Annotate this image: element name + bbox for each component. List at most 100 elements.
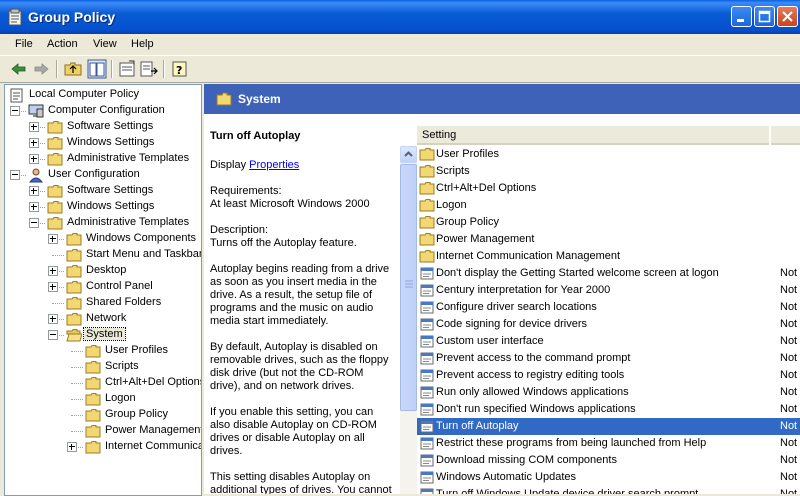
setting-row[interactable]: Configure driver search locations Not	[417, 299, 800, 316]
expand-icon[interactable]	[29, 154, 39, 164]
expand-icon[interactable]	[48, 282, 58, 292]
setting-row[interactable]: Code signing for device drivers Not	[417, 316, 800, 333]
expand-icon[interactable]	[29, 138, 39, 148]
minimize-button[interactable]	[731, 6, 752, 27]
tree-node[interactable]: Local Computer Policy	[5, 87, 201, 103]
properties-icon[interactable]	[117, 59, 137, 79]
scroll-thumb[interactable]	[400, 164, 417, 411]
column-header-state[interactable]	[771, 126, 800, 145]
tree-node[interactable]: System	[5, 327, 201, 343]
setting-row[interactable]: Turn off Autoplay Not	[417, 418, 800, 435]
expand-icon[interactable]	[48, 314, 58, 324]
setting-name: Turn off Autoplay	[436, 420, 519, 432]
menu-action[interactable]: Action	[47, 38, 78, 50]
setting-name: Power Management	[436, 233, 535, 245]
tree-node[interactable]: User Profiles	[5, 343, 201, 359]
tree-node[interactable]: Software Settings	[5, 119, 201, 135]
console-tree[interactable]: Local Computer Policy Computer Configurat…	[4, 84, 202, 496]
expand-icon[interactable]	[29, 202, 39, 212]
tree-node[interactable]: Scripts	[5, 359, 201, 375]
close-button[interactable]	[777, 6, 798, 27]
toolbar: ?	[0, 55, 800, 83]
setting-row[interactable]: Century interpretation for Year 2000 Not	[417, 282, 800, 299]
collapse-icon[interactable]	[10, 170, 20, 180]
column-header-setting[interactable]: Setting	[417, 126, 769, 145]
description-p4: If you enable this setting, you can also…	[210, 406, 377, 457]
tree-node[interactable]: Administrative Templates	[5, 151, 201, 167]
tree-node[interactable]: User Configuration	[5, 167, 201, 183]
setting-row[interactable]: Restrict these programs from being launc…	[417, 435, 800, 452]
setting-row[interactable]: Internet Communication Management	[417, 248, 800, 265]
setting-row[interactable]: Logon	[417, 197, 800, 214]
tree-node[interactable]: Shared Folders	[5, 295, 201, 311]
tree-node[interactable]: Internet Communication Management	[5, 439, 201, 455]
tree-node-label: Computer Configuration	[48, 104, 165, 116]
folder-icon	[47, 217, 63, 230]
title-bar[interactable]: Group Policy	[0, 0, 800, 34]
setting-row[interactable]: Scripts	[417, 163, 800, 180]
show-hide-console-tree-icon[interactable]	[87, 59, 107, 79]
setting-row[interactable]: Don't run specified Windows applications…	[417, 401, 800, 418]
setting-icon	[420, 352, 434, 365]
back-arrow-icon[interactable]	[9, 59, 29, 79]
tree-node[interactable]: Windows Settings	[5, 199, 201, 215]
tree-node[interactable]: Desktop	[5, 263, 201, 279]
setting-row[interactable]: Download missing COM components Not	[417, 452, 800, 469]
help-icon[interactable]: ?	[170, 59, 190, 79]
tree-node[interactable]: Start Menu and Taskbar	[5, 247, 201, 263]
tree-node[interactable]: Power Management	[5, 423, 201, 439]
menu-view[interactable]: View	[93, 38, 117, 50]
scroll-up-button[interactable]	[400, 146, 417, 163]
properties-link[interactable]: Properties	[249, 159, 299, 171]
tree-node[interactable]: Ctrl+Alt+Del Options	[5, 375, 201, 391]
setting-row[interactable]: Group Policy	[417, 214, 800, 231]
setting-row[interactable]: Don't display the Getting Started welcom…	[417, 265, 800, 282]
tree-node[interactable]: Group Policy	[5, 407, 201, 423]
expand-icon[interactable]	[29, 186, 39, 196]
menu-file[interactable]: File	[15, 38, 33, 50]
setting-row[interactable]: Turn off Windows Update device driver se…	[417, 486, 800, 494]
collapse-icon[interactable]	[48, 330, 58, 340]
folder-icon	[66, 281, 82, 294]
settings-list[interactable]: Setting User Profiles Scripts Ctrl+Alt+Del…	[417, 124, 800, 494]
setting-row[interactable]: Run only allowed Windows applications Not	[417, 384, 800, 401]
tree-node[interactable]: Administrative Templates	[5, 215, 201, 231]
setting-row[interactable]: Prevent access to the command prompt Not	[417, 350, 800, 367]
setting-row[interactable]: Ctrl+Alt+Del Options	[417, 180, 800, 197]
collapse-icon[interactable]	[10, 106, 20, 116]
setting-name: Scripts	[436, 165, 470, 177]
folder-icon	[85, 361, 101, 374]
setting-row[interactable]: Windows Automatic Updates Not	[417, 469, 800, 486]
policy-icon	[10, 88, 23, 103]
tree-node[interactable]: Logon	[5, 391, 201, 407]
tree-node[interactable]: Windows Components	[5, 231, 201, 247]
maximize-button[interactable]	[754, 6, 775, 27]
tree-node-label: Software Settings	[67, 184, 154, 196]
tree-node[interactable]: Network	[5, 311, 201, 327]
setting-row[interactable]: User Profiles	[417, 146, 800, 163]
setting-name: Custom user interface	[436, 335, 544, 347]
tree-node-label: Administrative Templates	[67, 216, 190, 228]
expand-icon[interactable]	[29, 122, 39, 132]
expand-icon[interactable]	[48, 234, 58, 244]
expand-icon[interactable]	[67, 442, 77, 452]
tree-node[interactable]: Windows Settings	[5, 135, 201, 151]
up-folder-icon[interactable]	[63, 59, 83, 79]
setting-icon	[420, 267, 434, 280]
setting-state: Not	[780, 284, 798, 296]
folder-icon	[47, 201, 63, 214]
description-scrollbar[interactable]	[400, 146, 417, 494]
setting-icon	[420, 318, 434, 331]
collapse-icon[interactable]	[29, 218, 39, 228]
setting-row[interactable]: Power Management	[417, 231, 800, 248]
forward-arrow-icon[interactable]	[31, 59, 51, 79]
tree-node[interactable]: Control Panel	[5, 279, 201, 295]
export-list-icon[interactable]	[139, 59, 159, 79]
setting-row[interactable]: Prevent access to registry editing tools…	[417, 367, 800, 384]
tree-node[interactable]: Software Settings	[5, 183, 201, 199]
setting-row[interactable]: Custom user interface Not	[417, 333, 800, 350]
tree-node[interactable]: Computer Configuration	[5, 103, 201, 119]
expand-icon[interactable]	[48, 266, 58, 276]
menu-help[interactable]: Help	[131, 38, 154, 50]
requirements-label: Requirements:	[210, 185, 282, 197]
